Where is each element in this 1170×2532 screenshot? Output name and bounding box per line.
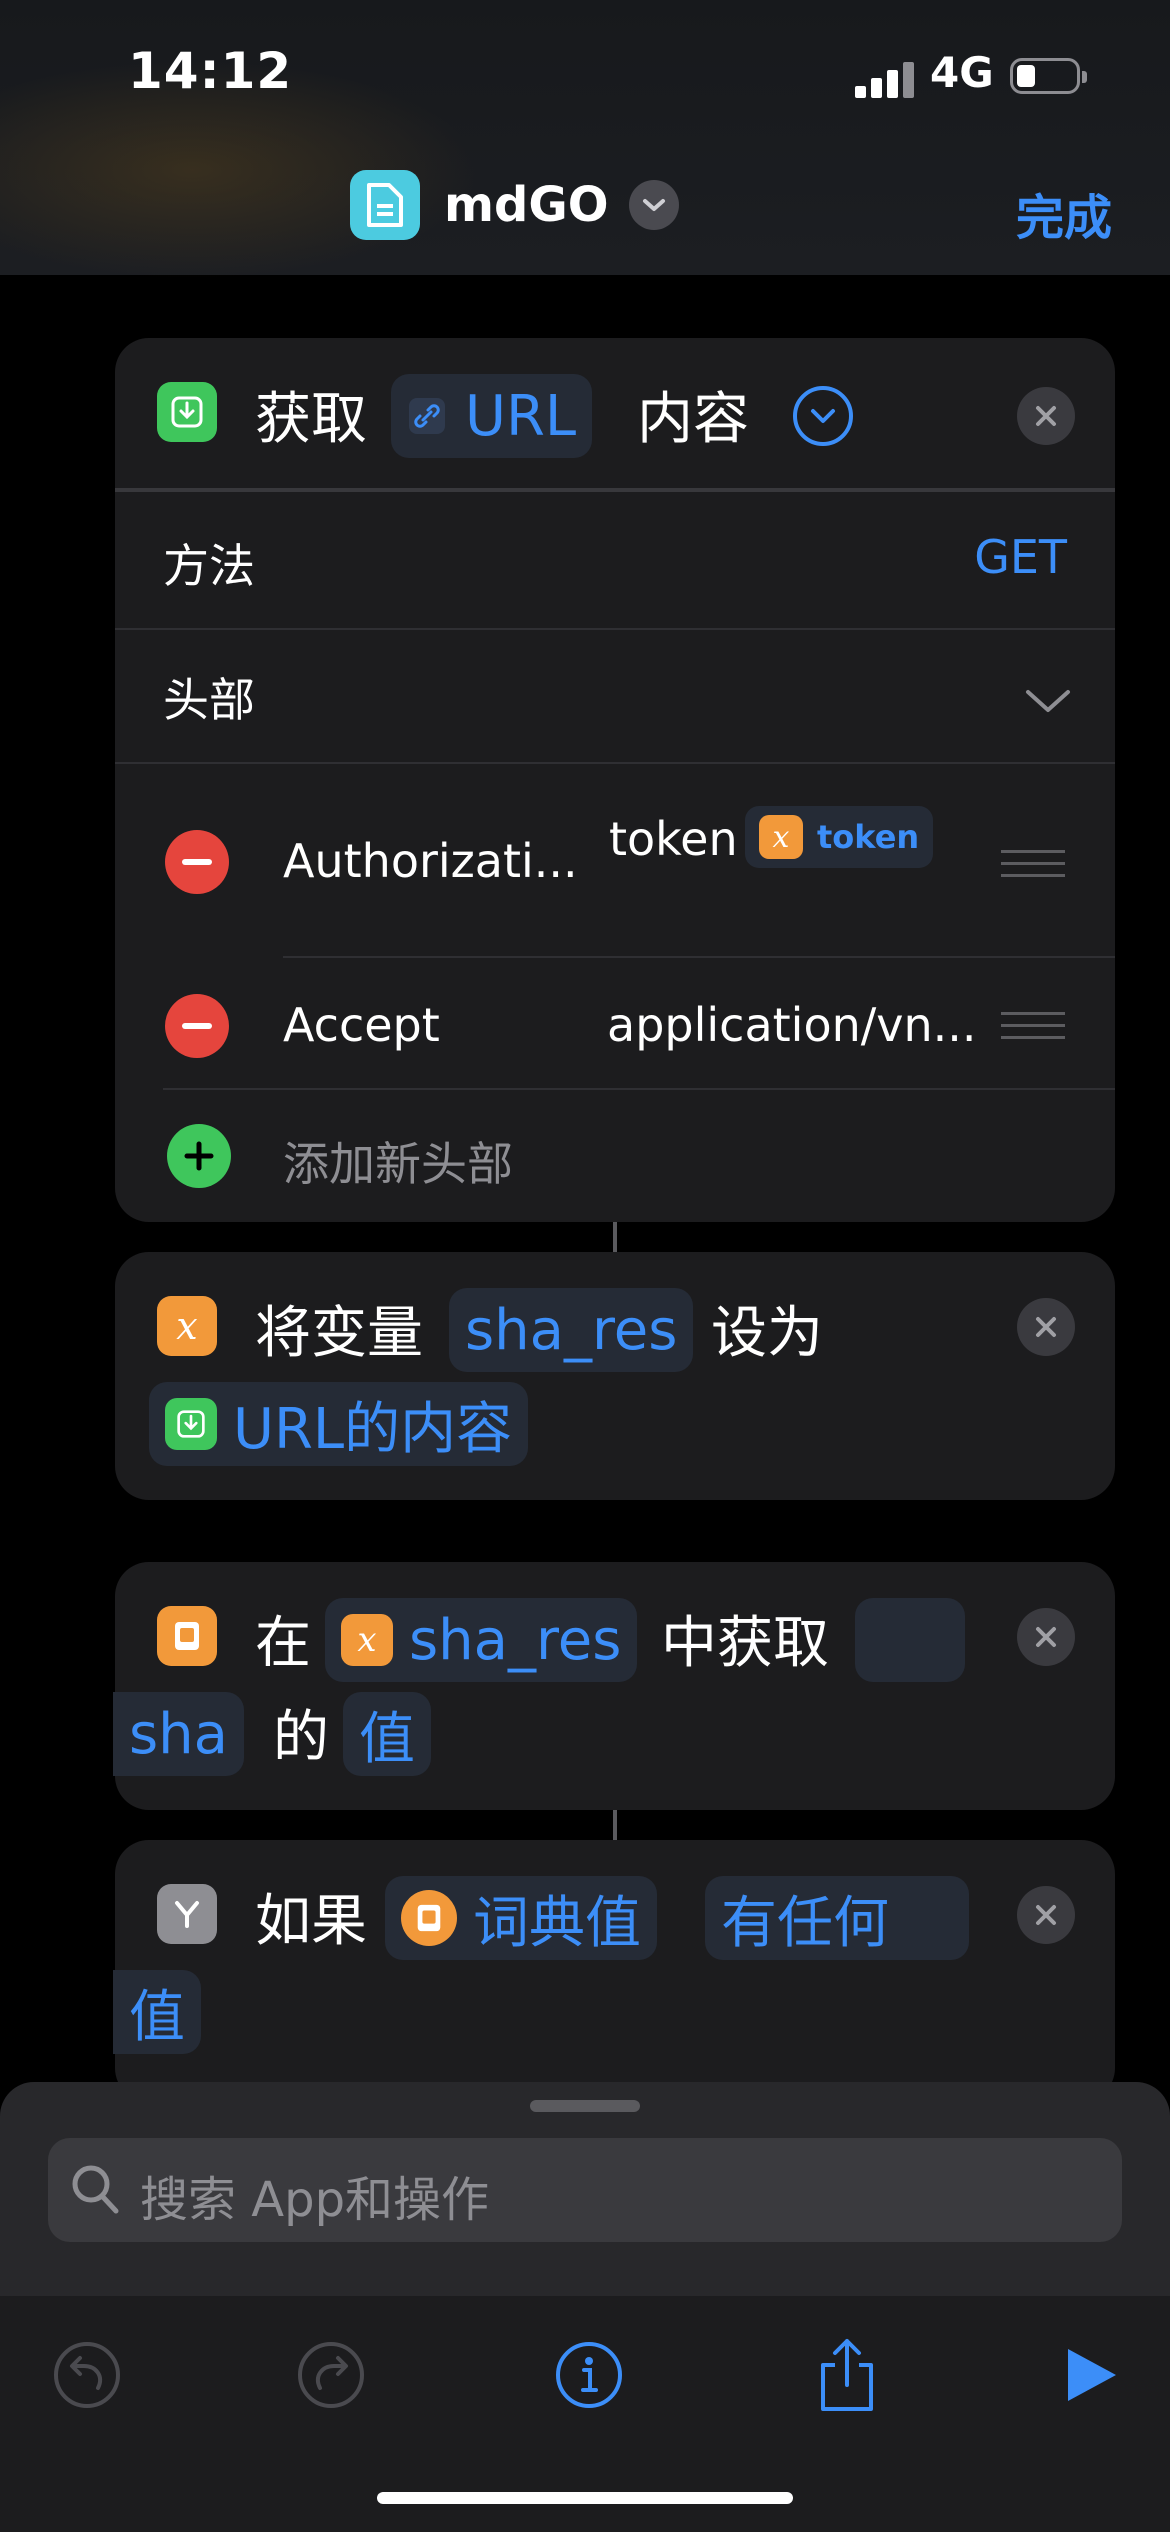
condition-token-label: 有任何 — [721, 1890, 889, 1956]
undo-button[interactable] — [42, 2330, 132, 2420]
chevron-down-icon[interactable] — [628, 180, 679, 230]
remove-header-button[interactable] — [165, 830, 229, 894]
method-label: 方法 — [163, 539, 255, 593]
redo-button[interactable] — [286, 2330, 376, 2420]
action-word-of: 的 — [273, 1705, 329, 1770]
run-button[interactable] — [1046, 2330, 1136, 2420]
search-placeholder: 搜索 App和操作 — [140, 2172, 490, 2228]
action-card-get-url: 获取 URL 内容 方法 GET 头部 Authorizati... token… — [115, 338, 1115, 1222]
download-icon — [157, 382, 217, 442]
method-value[interactable]: GET — [974, 530, 1067, 584]
shortcut-title: mdGO — [444, 177, 609, 233]
condition-token-continued[interactable]: 值 — [113, 1970, 201, 2054]
header-value-text[interactable]: token — [609, 812, 738, 866]
divider — [283, 956, 1115, 958]
undo-icon — [54, 2342, 120, 2408]
action-card-set-variable: x 将变量 sha_res 设为 URL的内容 — [115, 1252, 1115, 1500]
action-word-if: 如果 — [255, 1889, 367, 1954]
input-variable-label: 词典值 — [473, 1890, 641, 1956]
remove-action-button[interactable] — [1017, 1886, 1075, 1944]
divider — [163, 1088, 1115, 1090]
input-variable-token[interactable]: 词典值 — [385, 1876, 657, 1960]
value-token[interactable]: 值 — [343, 1692, 431, 1776]
action-connector — [613, 1810, 617, 1840]
play-icon — [1068, 2349, 1116, 2401]
close-icon — [1036, 1905, 1056, 1925]
branch-icon — [157, 1884, 217, 1944]
variable-icon: x — [341, 1614, 393, 1666]
info-icon — [556, 2342, 622, 2408]
home-indicator — [377, 2492, 793, 2504]
action-word-content: 内容 — [637, 387, 749, 452]
close-icon — [1036, 406, 1056, 426]
variable-name-token[interactable]: sha_res — [449, 1288, 694, 1372]
action-word-get: 获取 — [255, 387, 367, 452]
headers-label[interactable]: 头部 — [163, 664, 255, 730]
header-key[interactable]: Authorizati... — [283, 834, 578, 888]
remove-action-button[interactable] — [1017, 1608, 1075, 1666]
redo-icon — [298, 2342, 364, 2408]
variable-icon: x — [157, 1296, 217, 1356]
close-icon — [1036, 1317, 1056, 1337]
url-token[interactable]: URL — [391, 374, 593, 458]
download-icon — [165, 1398, 217, 1450]
sheet-grabber[interactable] — [530, 2100, 640, 2112]
key-type-token[interactable] — [855, 1598, 965, 1682]
drag-handle-icon[interactable] — [1001, 850, 1065, 878]
share-button[interactable] — [802, 2330, 892, 2420]
status-time: 14:12 — [128, 42, 293, 100]
key-token-label: sha — [129, 1701, 228, 1767]
action-word-get-from: 中获取 — [661, 1611, 829, 1676]
shortcut-title-button[interactable]: mdGO — [350, 170, 679, 240]
battery-icon — [1010, 58, 1087, 94]
condition-token-continued-label: 值 — [129, 1984, 185, 2050]
variable-name-label: sha_res — [465, 1297, 678, 1363]
network-type: 4G — [930, 48, 994, 97]
magic-variable-label: URL的内容 — [233, 1396, 513, 1462]
dictionary-variable-label: sha_res — [409, 1607, 622, 1673]
action-word-to: 设为 — [711, 1301, 823, 1366]
divider — [115, 628, 1115, 630]
magic-variable-token[interactable]: URL的内容 — [149, 1382, 529, 1466]
remove-action-button[interactable] — [1017, 1298, 1075, 1356]
dictionary-icon — [401, 1890, 457, 1946]
share-icon — [821, 2339, 873, 2411]
variable-icon: x — [759, 815, 803, 859]
action-connector — [613, 1222, 617, 1252]
dictionary-icon — [157, 1606, 217, 1666]
variable-token[interactable]: x token — [745, 806, 934, 868]
add-header-label[interactable]: 添加新头部 — [283, 1128, 513, 1194]
action-word-in: 在 — [255, 1611, 311, 1676]
variable-token-label: token — [817, 818, 920, 856]
header-key[interactable]: Accept — [283, 998, 440, 1052]
add-header-button[interactable] — [167, 1124, 231, 1188]
divider — [115, 762, 1115, 764]
search-icon — [72, 2165, 119, 2214]
header-value-text[interactable]: application/vn... — [607, 998, 976, 1052]
close-icon — [1036, 1627, 1056, 1647]
action-card-if: 如果 词典值 有任何 值 — [113, 1840, 1115, 2102]
value-token-label: 值 — [359, 1706, 415, 1772]
signal-icon — [855, 58, 915, 98]
document-icon — [350, 170, 420, 240]
condition-token[interactable]: 有任何 — [705, 1876, 969, 1960]
remove-header-button[interactable] — [165, 994, 229, 1058]
dictionary-variable-token[interactable]: x sha_res — [325, 1598, 638, 1682]
remove-action-button[interactable] — [1017, 387, 1075, 445]
link-icon — [409, 398, 445, 434]
plus-icon — [184, 1141, 214, 1171]
action-word-set: 将变量 — [255, 1301, 423, 1366]
drag-handle-icon[interactable] — [1001, 1012, 1065, 1040]
divider — [115, 488, 1115, 492]
key-token[interactable]: sha — [113, 1692, 244, 1776]
done-button[interactable]: 完成 — [1016, 178, 1112, 248]
action-card-get-dictionary-value: 在 x sha_res 中获取 sha 的 值 — [113, 1562, 1115, 1810]
expand-chevron-icon[interactable] — [793, 386, 853, 446]
url-token-label: URL — [465, 383, 577, 449]
info-button[interactable] — [544, 2330, 634, 2420]
chevron-down-icon[interactable] — [1025, 688, 1071, 714]
